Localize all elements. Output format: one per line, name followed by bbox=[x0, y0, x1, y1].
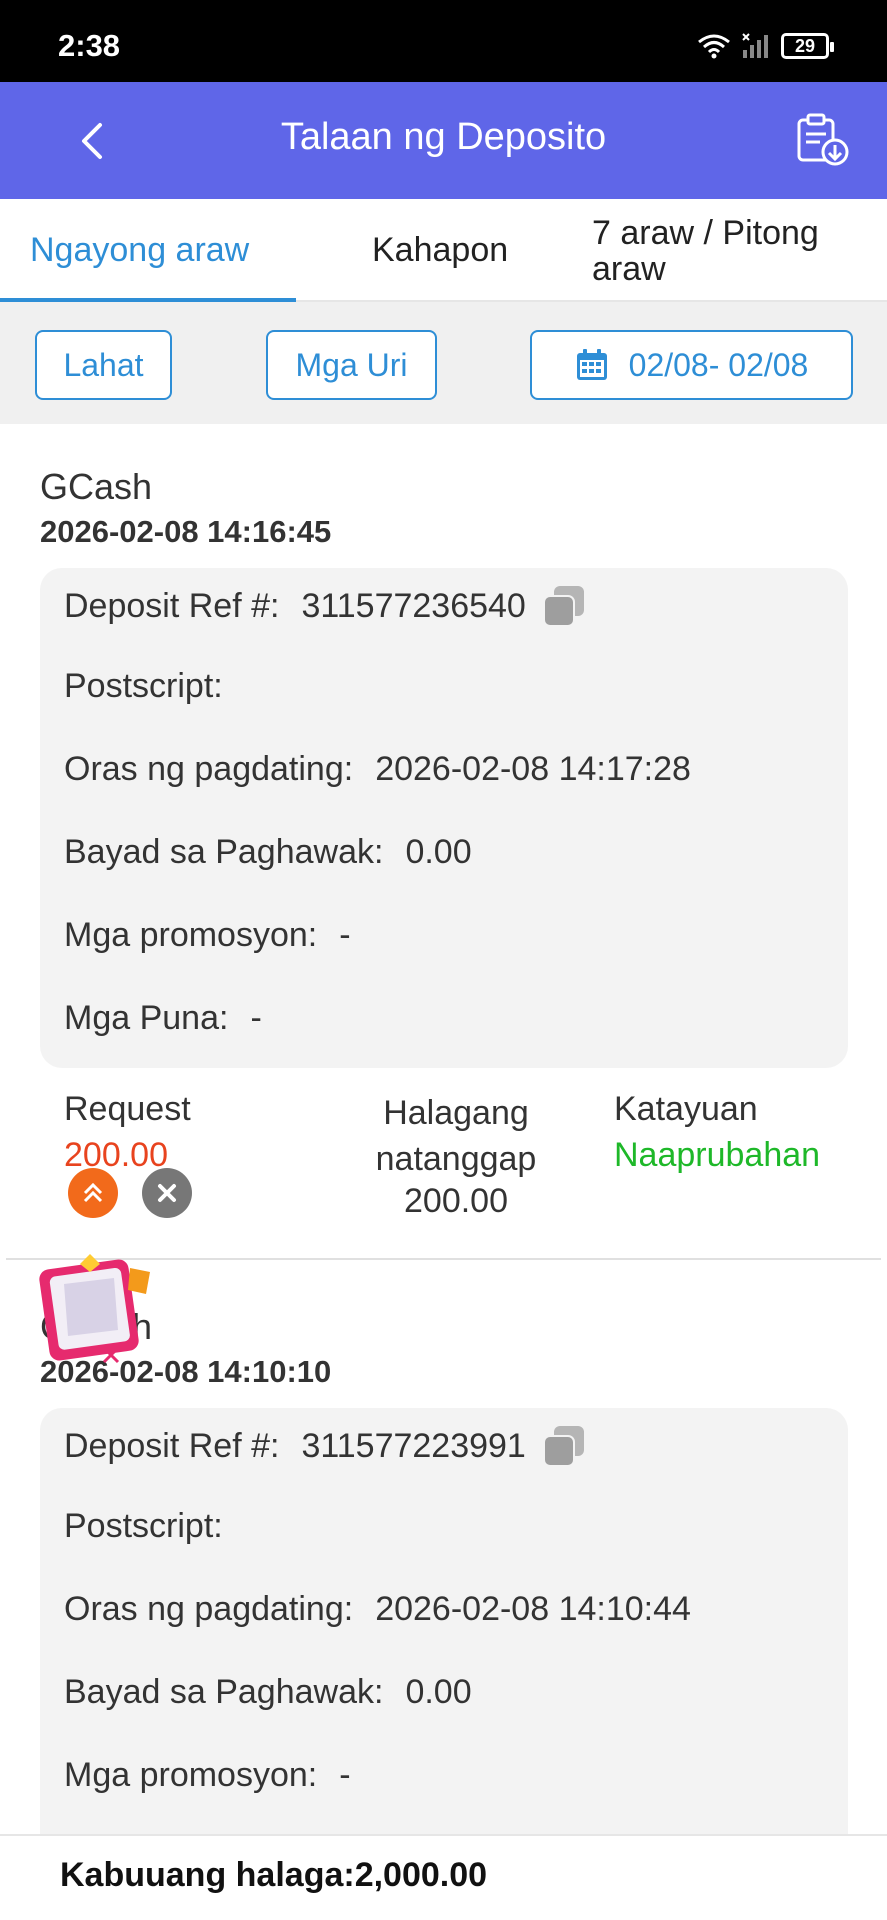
remarks-row: Mga Puna: - bbox=[64, 999, 262, 1038]
clipboard-download-icon bbox=[797, 113, 849, 166]
deposit-record[interactable]: GCash 2026-02-08 14:16:45 Deposit Ref #:… bbox=[0, 424, 887, 1259]
status-badge: Naaprubahan bbox=[614, 1136, 821, 1174]
status-icons: 29 bbox=[697, 32, 834, 60]
ref-row: Deposit Ref #: 311577236540 bbox=[64, 584, 586, 628]
postscript-row: Postscript: bbox=[64, 1507, 245, 1546]
close-icon bbox=[158, 1184, 176, 1202]
promo-label: Mga promosyon: bbox=[64, 1756, 318, 1794]
fee-row: Bayad sa Paghawak: 0.00 bbox=[64, 1673, 472, 1712]
arrival-value: 2026-02-08 14:10:44 bbox=[375, 1590, 691, 1628]
date-range-button[interactable]: 02/08- 02/08 bbox=[530, 330, 853, 400]
ref-row: Deposit Ref #: 311577223991 bbox=[64, 1424, 586, 1468]
date-tabs: Ngayong araw Kahapon 7 araw / Pitong ara… bbox=[0, 199, 887, 302]
tab-seven-days[interactable]: 7 araw / Pitong araw bbox=[592, 199, 862, 302]
arrival-label: Oras ng pagdating: bbox=[64, 1590, 354, 1628]
postscript-label: Postscript: bbox=[64, 1507, 223, 1545]
scroll-top-button[interactable] bbox=[68, 1168, 118, 1218]
signal-icon bbox=[742, 33, 768, 58]
promo-value: - bbox=[339, 916, 351, 954]
wifi-icon bbox=[698, 34, 730, 59]
filter-types-button[interactable]: Mga Uri bbox=[266, 330, 437, 400]
ref-value: 311577236540 bbox=[301, 586, 526, 625]
received-amount: 200.00 bbox=[404, 1182, 508, 1220]
received-label: Halagang natanggap bbox=[375, 1094, 537, 1178]
postscript-row: Postscript: bbox=[64, 667, 245, 706]
arrival-row: Oras ng pagdating: 2026-02-08 14:17:28 bbox=[64, 750, 691, 789]
request-label: Request bbox=[64, 1090, 191, 1128]
deposit-details: Deposit Ref #: 311577236540 Postscript: … bbox=[40, 568, 848, 1068]
fee-label: Bayad sa Paghawak: bbox=[64, 1673, 384, 1711]
fee-row: Bayad sa Paghawak: 0.00 bbox=[64, 833, 472, 872]
app-header: Talaan ng Deposito bbox=[0, 82, 887, 199]
close-floating-button[interactable] bbox=[142, 1168, 192, 1218]
promo-value: - bbox=[339, 1756, 351, 1794]
gift-box-icon bbox=[39, 1254, 150, 1364]
filter-all-button[interactable]: Lahat bbox=[35, 330, 172, 400]
promo-label: Mga promosyon: bbox=[64, 916, 318, 954]
deposit-details: Deposit Ref #: 311577223991 Postscript: … bbox=[40, 1408, 848, 1868]
arrival-value: 2026-02-08 14:17:28 bbox=[375, 750, 691, 788]
double-chevron-up-icon bbox=[83, 1182, 103, 1203]
postscript-label: Postscript: bbox=[64, 667, 223, 705]
calendar-icon bbox=[576, 349, 607, 380]
deposit-datetime: 2026-02-08 14:16:45 bbox=[40, 514, 332, 549]
arrival-label: Oras ng pagdating: bbox=[64, 750, 354, 788]
tab-today[interactable]: Ngayong araw bbox=[30, 199, 249, 302]
fee-value: 0.00 bbox=[405, 833, 472, 871]
status-label: Katayuan bbox=[614, 1090, 758, 1128]
remarks-label: Mga Puna: bbox=[64, 999, 229, 1037]
promo-gift-widget[interactable] bbox=[34, 1250, 158, 1366]
payment-method: GCash bbox=[40, 466, 153, 507]
total-amount: Kabuuang halaga:2,000.00 bbox=[60, 1856, 488, 1894]
ref-value: 311577223991 bbox=[301, 1426, 526, 1465]
fee-value: 0.00 bbox=[405, 1673, 472, 1711]
status-bar: 2:38 29 bbox=[0, 0, 887, 82]
request-amount: 200.00 bbox=[64, 1136, 168, 1174]
status-time: 2:38 bbox=[58, 28, 121, 63]
filter-bar: Lahat Mga Uri 02/08- 02/08 bbox=[0, 302, 887, 424]
date-range-label: 02/08- 02/08 bbox=[628, 346, 809, 383]
export-records-button[interactable] bbox=[795, 112, 851, 168]
battery-icon: 29 bbox=[781, 33, 834, 59]
promo-row: Mga promosyon: - bbox=[64, 916, 351, 955]
tab-yesterday[interactable]: Kahapon bbox=[372, 199, 508, 302]
page-title: Talaan ng Deposito bbox=[280, 116, 607, 158]
footer-summary: Kabuuang halaga:2,000.00 bbox=[0, 1834, 887, 1920]
copy-icon[interactable] bbox=[542, 584, 586, 628]
promo-row: Mga promosyon: - bbox=[64, 1756, 351, 1795]
fee-label: Bayad sa Paghawak: bbox=[64, 833, 384, 871]
battery-level: 29 bbox=[794, 35, 816, 56]
remarks-value: - bbox=[250, 999, 262, 1037]
ref-label: Deposit Ref #: bbox=[64, 1426, 280, 1465]
ref-label: Deposit Ref #: bbox=[64, 586, 280, 625]
arrival-row: Oras ng pagdating: 2026-02-08 14:10:44 bbox=[64, 1590, 691, 1629]
copy-icon[interactable] bbox=[542, 1424, 586, 1468]
